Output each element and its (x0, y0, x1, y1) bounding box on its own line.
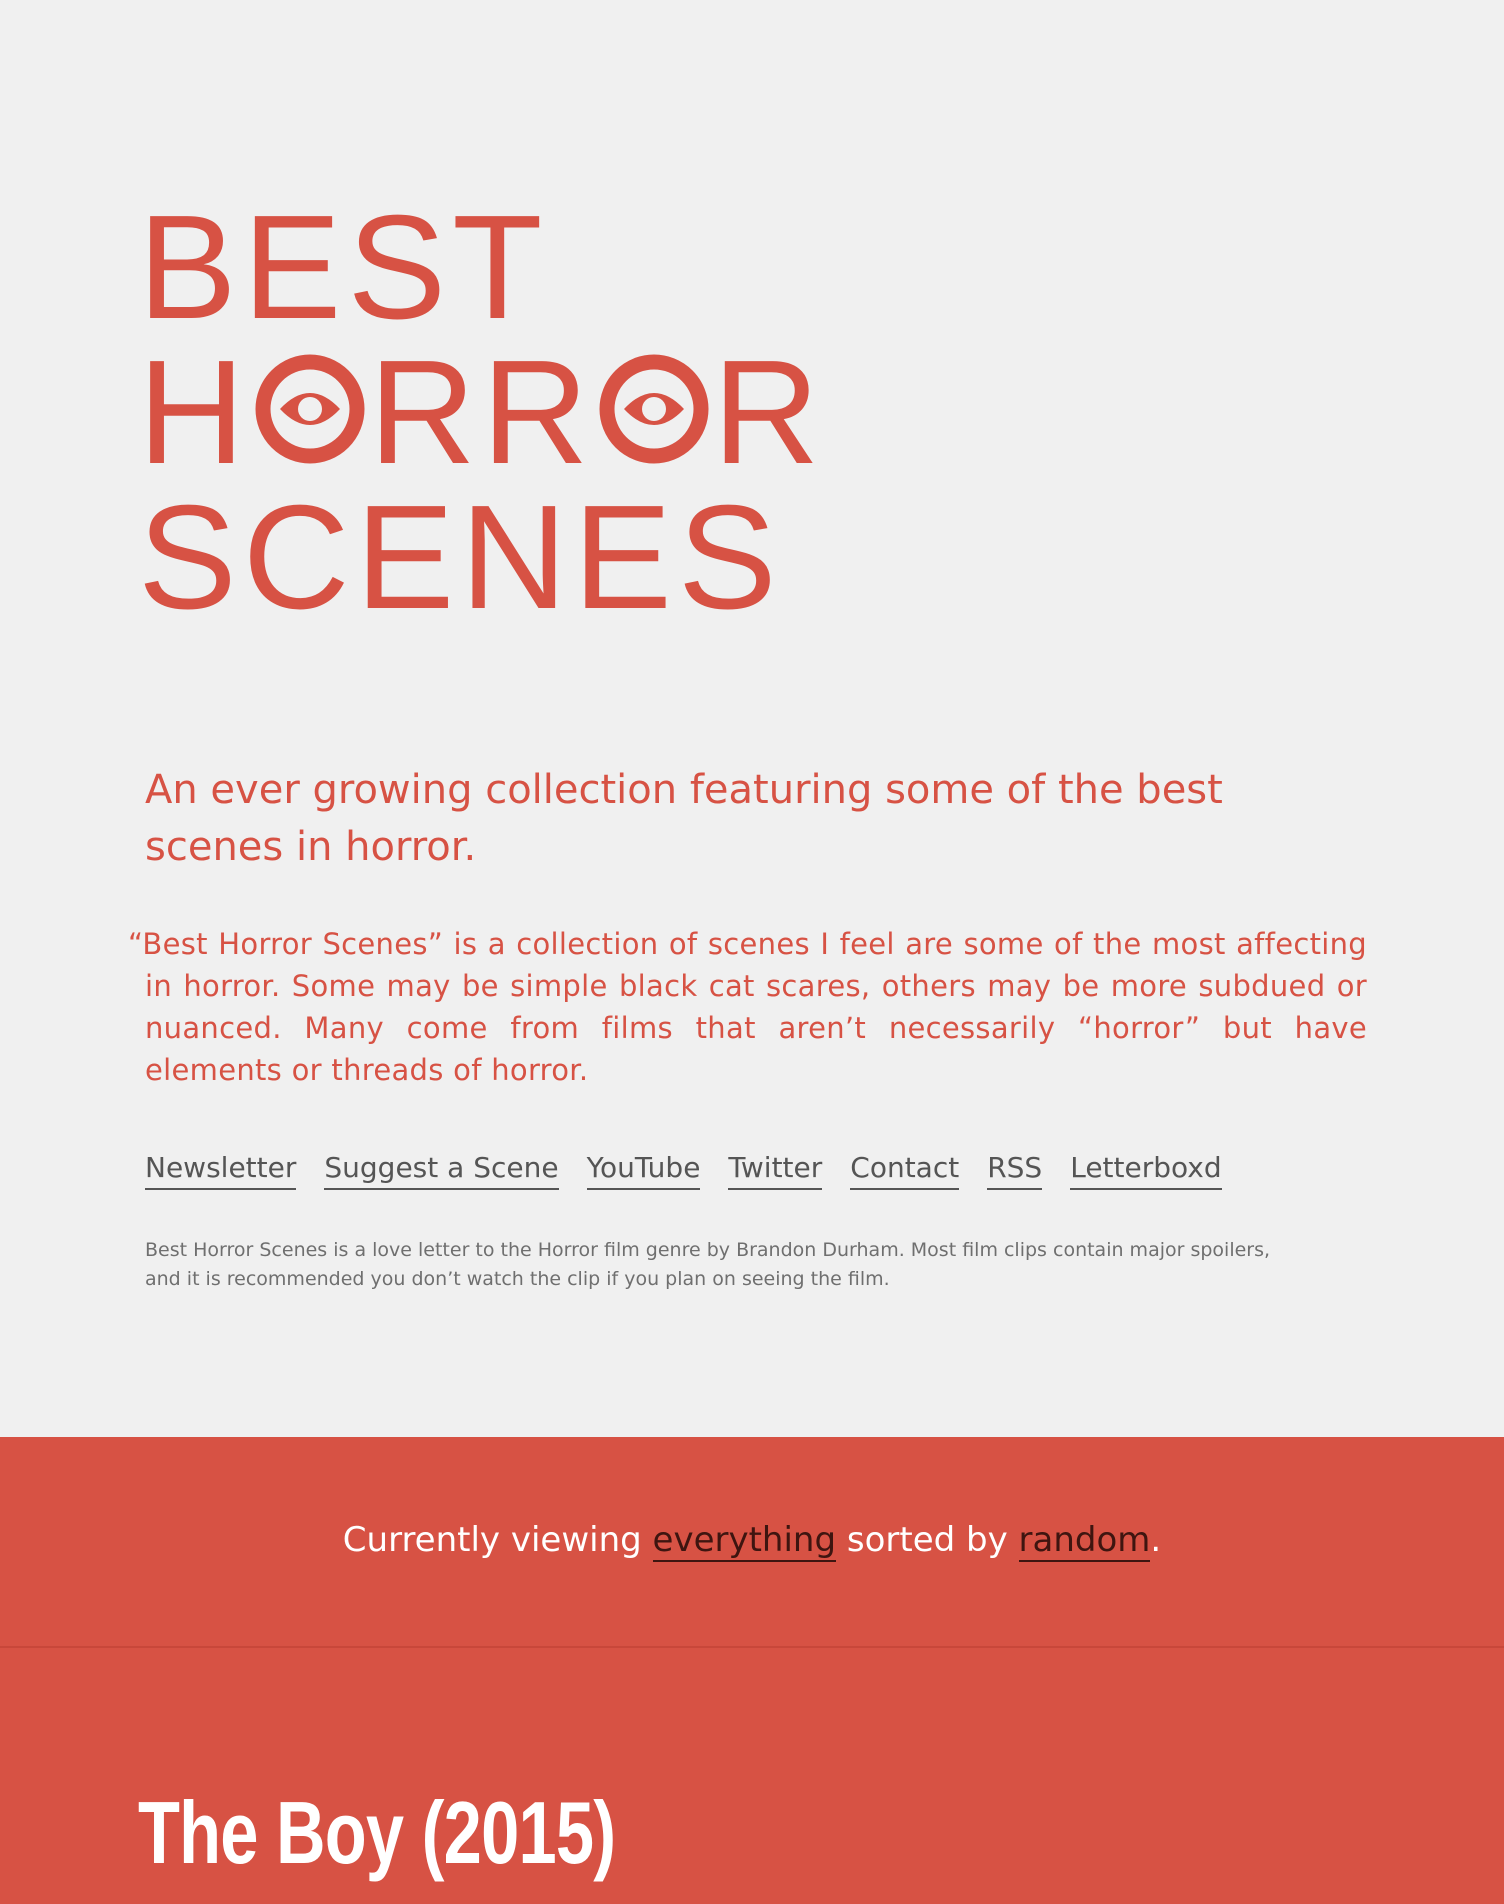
eye-icon (254, 353, 366, 465)
logo-line-scenes: SCENES (138, 475, 783, 640)
logo-letters-rr: RR (368, 330, 595, 495)
site-tagline: An ever growing collection featuring som… (145, 767, 1223, 870)
nav-link-contact[interactable]: Contact (850, 1149, 960, 1190)
site-logo[interactable]: BEST H RR R SCENES (138, 185, 918, 640)
nav-link-suggest-a-scene[interactable]: Suggest a Scene (324, 1149, 559, 1190)
site-footnote: Best Horror Scenes is a love letter to t… (145, 1239, 1271, 1290)
logo-letter-h: H (138, 330, 251, 495)
logo-letter-r: R (712, 330, 826, 495)
filter-middle: sorted by (836, 1520, 1019, 1560)
logo-line-horror: H RR R (138, 339, 918, 487)
scene-card: The Boy (2015) (0, 1648, 1504, 1904)
nav-link-letterboxd[interactable]: Letterboxd (1070, 1149, 1222, 1190)
filter-bar: Currently viewing everything sorted by r… (0, 1437, 1504, 1648)
filter-prefix: Currently viewing (342, 1520, 653, 1560)
filter-sort-link[interactable]: random (1018, 1520, 1151, 1562)
filter-status: Currently viewing everything sorted by r… (0, 1516, 1504, 1564)
intro-section: BEST H RR R SCENES An ever growing collect… (0, 0, 1504, 1437)
nav-link-youtube[interactable]: YouTube (586, 1149, 701, 1190)
eye-icon (598, 353, 710, 465)
nav-link-twitter[interactable]: Twitter (728, 1149, 823, 1190)
about-paragraph: “Best Horror Scenes” is a collection of … (128, 927, 1367, 1087)
nav-link-newsletter[interactable]: Newsletter (145, 1149, 297, 1190)
scene-title[interactable]: The Boy (2015) (138, 1783, 616, 1883)
filter-category-link[interactable]: everything (652, 1520, 837, 1562)
filter-suffix: . (1150, 1520, 1162, 1560)
logo-line-best: BEST (138, 185, 549, 350)
site-nav: Newsletter Suggest a Scene YouTube Twitt… (145, 1149, 1222, 1190)
nav-link-rss[interactable]: RSS (987, 1149, 1043, 1190)
